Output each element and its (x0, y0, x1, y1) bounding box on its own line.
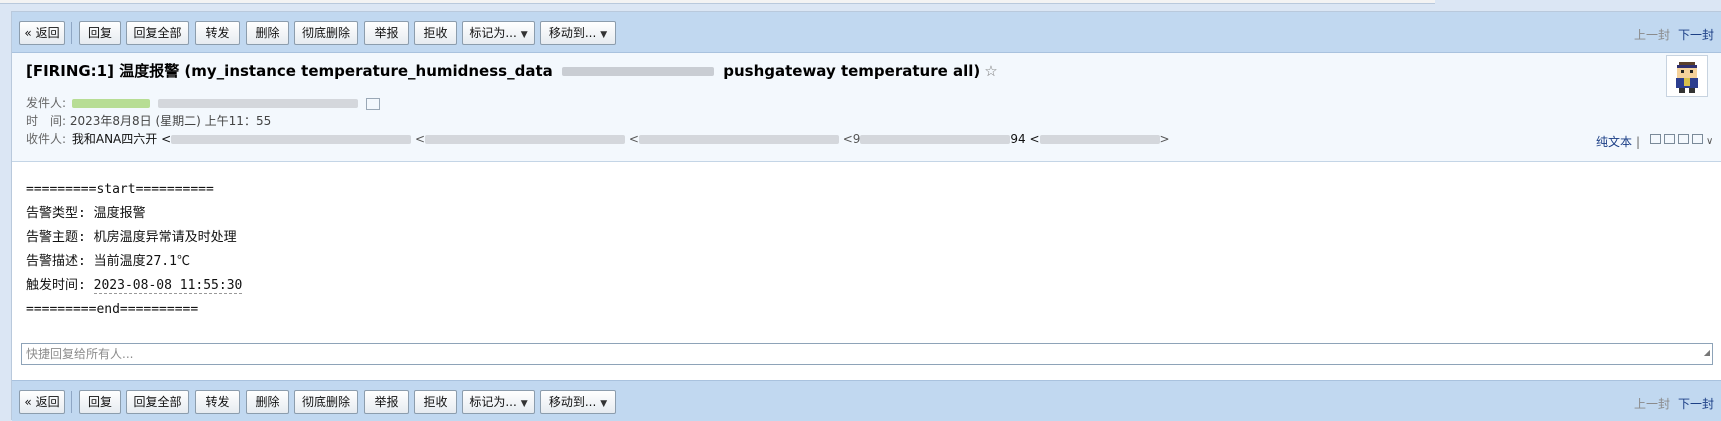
delete-permanently-button[interactable]: 彻底删除 (294, 21, 358, 45)
redacted-recipient (638, 135, 839, 144)
pager: 上一封 下一封 (1634, 26, 1714, 43)
report-button[interactable]: 举报 (364, 390, 409, 414)
resize-handle-icon[interactable]: ◢ (1704, 343, 1710, 363)
plain-text-label: 纯文本 (1595, 135, 1632, 149)
redacted-recipient (425, 135, 626, 144)
mail-header: [FIRING:1] 温度报警 (my_instance temperature… (12, 53, 1721, 162)
alert-desc-label: 告警描述: (26, 254, 94, 269)
note-icon[interactable] (1664, 134, 1675, 144)
body-end-line: =========end========== (26, 302, 199, 317)
sender-row: 发件人: (26, 94, 380, 111)
back-button[interactable]: « 返回 (19, 390, 65, 414)
reply-button[interactable]: 回复 (79, 390, 121, 414)
redacted-recipient (1039, 135, 1160, 144)
mail-reader: « 返回 回复 回复全部 转发 删除 彻底删除 举报 拒收 标记为... ▼ 移动… (11, 11, 1721, 421)
sender-avatar[interactable] (1666, 55, 1708, 97)
toolbar-divider (71, 22, 72, 44)
reply-all-button[interactable]: 回复全部 (126, 21, 189, 45)
move-to-label: 移动到... (548, 395, 597, 409)
alert-topic-value: 机房温度异常请及时处理 (93, 230, 237, 245)
mail-subject: [FIRING:1] 温度报警 (my_instance temperature… (26, 60, 998, 81)
mark-as-label: 标记为... (469, 26, 517, 40)
next-mail-link[interactable]: 下一封 (1678, 397, 1714, 411)
plain-text-link[interactable]: 纯文本 | (1596, 133, 1640, 150)
alert-topic-line: 告警主题: 机房温度异常请及时处理 (26, 226, 242, 250)
back-button[interactable]: « 返回 (19, 21, 65, 45)
recipients-row: 收件人: 我和ANA四六开 < < < <9 94 < > (26, 130, 1170, 147)
alert-time-label: 触发时间: (26, 278, 94, 293)
forward-button[interactable]: 转发 (195, 390, 240, 414)
alert-topic-label: 告警主题: (26, 230, 94, 245)
prev-mail-link[interactable]: 上一封 (1634, 28, 1670, 42)
recipient-separator: <9 (838, 132, 861, 146)
reject-button[interactable]: 拒收 (414, 21, 457, 45)
recipient-partial[interactable]: 94 < (1010, 132, 1039, 146)
caret-down-icon: ▼ (600, 399, 608, 409)
recipient-first[interactable]: 我和ANA四六开 < (72, 132, 171, 146)
contact-card-icon[interactable] (365, 97, 380, 110)
time-label: 时 间: (26, 114, 67, 128)
redacted-recipient (860, 135, 1011, 144)
recipient-separator: < (411, 132, 426, 146)
delete-button[interactable]: 删除 (246, 21, 289, 45)
redacted-sender-name[interactable] (71, 99, 150, 108)
new-window-icon[interactable] (1650, 134, 1661, 144)
move-to-dropdown[interactable]: 移动到... ▼ (540, 390, 616, 414)
next-mail-link[interactable]: 下一封 (1678, 28, 1714, 42)
alert-desc-value: 当前温度27.1℃ (93, 254, 190, 269)
bottom-toolbar: « 返回 回复 回复全部 转发 删除 彻底删除 举报 拒收 标记为... ▼ 移动… (12, 380, 1721, 421)
alert-type-value: 温度报警 (93, 206, 146, 221)
delete-permanently-button[interactable]: 彻底删除 (294, 390, 358, 414)
alert-time-line: 触发时间: 2023-08-08 11:55:30 (26, 274, 243, 298)
file-icon[interactable] (1678, 134, 1689, 144)
browser-scrollbar-track (0, 0, 1435, 4)
recipient-close: > (1159, 132, 1170, 146)
delete-button[interactable]: 删除 (246, 390, 289, 414)
report-button[interactable]: 举报 (364, 21, 409, 45)
caret-down-icon: ▼ (520, 30, 528, 40)
redacted-sender-address (157, 99, 358, 108)
print-icon[interactable] (1692, 134, 1703, 144)
mail-body: =========start========== 告警类型: 温度报警 告警主题… (26, 178, 243, 322)
window-top-strip (0, 0, 1721, 10)
reject-button[interactable]: 拒收 (414, 390, 457, 414)
quick-reply-placeholder: 快捷回复给所有人... (26, 347, 134, 361)
body-start-line: =========start========== (26, 182, 214, 197)
caret-down-icon: ▼ (520, 399, 528, 409)
chevron-down-icon[interactable]: ∨ (1706, 137, 1716, 147)
prev-mail-link[interactable]: 上一封 (1634, 397, 1670, 411)
mark-as-dropdown[interactable]: 标记为... ▼ (462, 390, 535, 414)
pager: 上一封 下一封 (1634, 395, 1714, 412)
top-toolbar: « 返回 回复 回复全部 转发 删除 彻底删除 举报 拒收 标记为... ▼ 移动… (12, 12, 1721, 53)
subject-text-end: pushgateway temperature all) (723, 62, 981, 80)
mark-as-dropdown[interactable]: 标记为... ▼ (462, 21, 535, 45)
redacted-recipient (171, 135, 412, 144)
star-outline-icon[interactable]: ☆ (984, 62, 997, 80)
header-tools: ∨ (1647, 133, 1716, 147)
recipients-label: 收件人: (26, 132, 67, 146)
recipient-separator: < (625, 132, 639, 146)
alert-type-label: 告警类型: (26, 206, 94, 221)
reply-all-button[interactable]: 回复全部 (126, 390, 189, 414)
toolbar-divider (71, 391, 72, 413)
divider-bar: | (1635, 135, 1640, 149)
caret-down-icon: ▼ (600, 30, 608, 40)
sender-label: 发件人: (26, 96, 67, 110)
time-value: 2023年8月8日 (星期二) 上午11：55 (69, 114, 272, 128)
alert-desc-line: 告警描述: 当前温度27.1℃ (26, 250, 242, 274)
redacted-ip (561, 67, 714, 76)
alert-time-value[interactable]: 2023-08-08 11:55:30 (93, 278, 243, 294)
pixel-character-icon (1676, 62, 1698, 93)
move-to-dropdown[interactable]: 移动到... ▼ (540, 21, 616, 45)
move-to-label: 移动到... (548, 26, 597, 40)
time-row: 时 间: 2023年8月8日 (星期二) 上午11：55 (26, 112, 271, 129)
forward-button[interactable]: 转发 (195, 21, 240, 45)
quick-reply-input[interactable]: 快捷回复给所有人... ◢ (21, 343, 1713, 365)
alert-type-line: 告警类型: 温度报警 (26, 202, 242, 226)
reply-button[interactable]: 回复 (79, 21, 121, 45)
mark-as-label: 标记为... (469, 395, 517, 409)
subject-text-start: [FIRING:1] 温度报警 (my_instance temperature… (26, 62, 553, 80)
